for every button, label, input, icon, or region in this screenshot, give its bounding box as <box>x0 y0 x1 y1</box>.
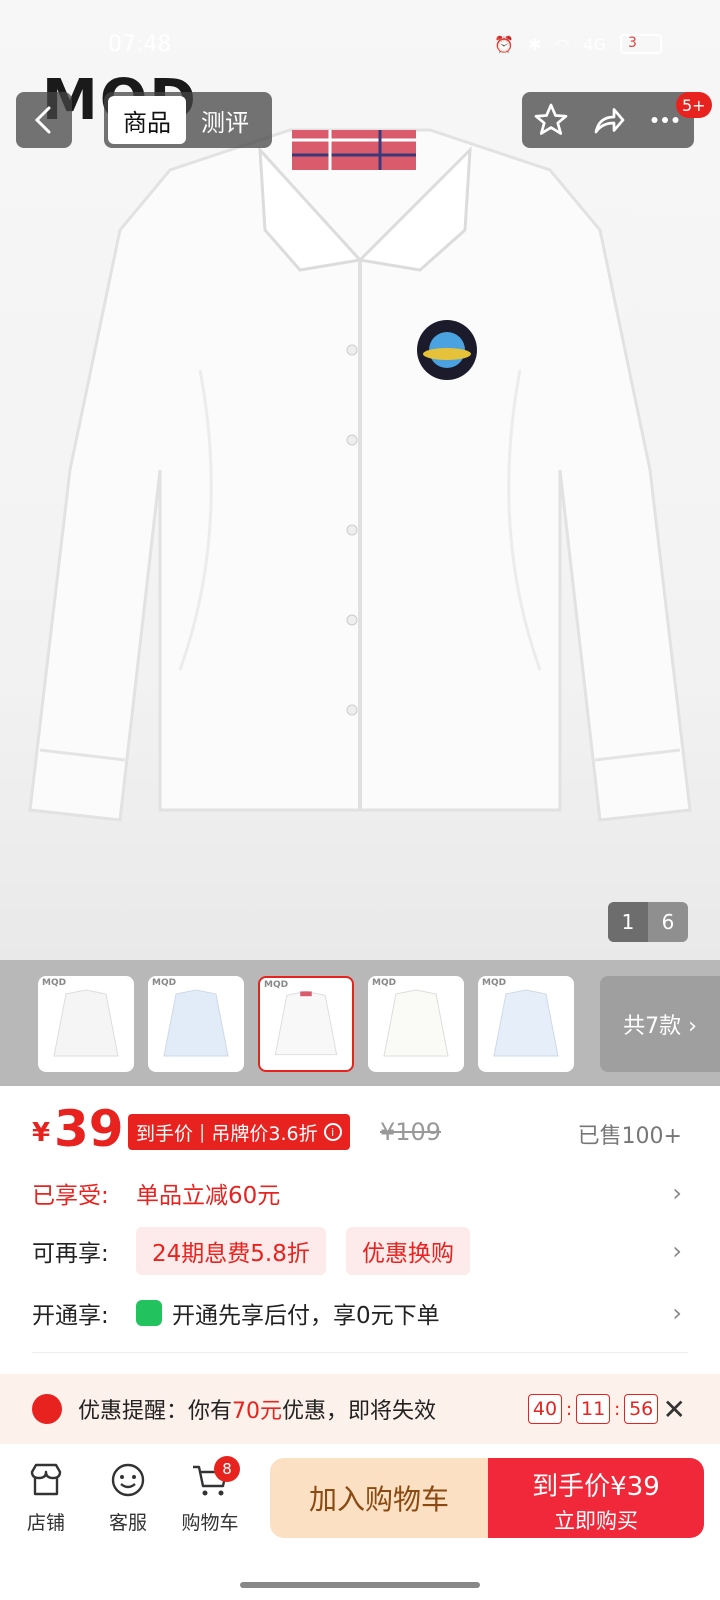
page-total: 6 <box>661 910 675 934</box>
customer-service-button[interactable]: 客服 <box>88 1462 168 1535</box>
price-tag-label: 到手价 <box>136 1122 194 1145</box>
chevron-right-icon: › <box>672 1237 682 1265</box>
final-price: 39 <box>54 1100 124 1158</box>
bottom-action-bar: 店铺 客服 8 购物车 加入购物车 到手价¥39 立即购买 <box>0 1444 720 1600</box>
shirt-thumbnail-image <box>493 989 559 1057</box>
tab-bar: 商品 测评 <box>104 92 272 148</box>
home-indicator[interactable] <box>240 1582 480 1588</box>
buy-now-button[interactable]: 到手价¥39 立即购买 <box>488 1458 704 1538</box>
countdown-timer: 40 : 11 : 56 <box>528 1394 659 1424</box>
currency-symbol: ¥ <box>32 1118 51 1148</box>
buy-now-price: 到手价¥39 <box>532 1472 660 1502</box>
more-offers-row[interactable]: 可再享: 24期息费5.8折 优惠换购 › <box>0 1222 720 1280</box>
enjoyed-label: 已享受: <box>32 1183 109 1209</box>
more-styles-button[interactable]: 共7款 › <box>600 976 720 1072</box>
battery-icon: 3 <box>620 34 662 54</box>
status-time: 07:48 <box>108 32 172 57</box>
countdown-colon: : <box>566 1398 573 1420</box>
reminder-suffix: 优惠，即将失效 <box>282 1399 437 1424</box>
price-tag-discount: 吊牌价3.6折 <box>211 1122 318 1145</box>
style-thumbnails: MQD MQD MQD MQD MQD 共7款 › <box>0 960 720 1086</box>
chevron-left-icon <box>34 106 51 134</box>
shopping-bag-icon <box>136 1300 162 1326</box>
shirt-thumbnail-image <box>383 989 449 1057</box>
chevron-right-icon: › <box>672 1299 682 1327</box>
add-to-cart-button[interactable]: 加入购物车 <box>270 1458 488 1538</box>
back-button[interactable] <box>16 92 72 148</box>
enjoyed-value: 单品立减60元 <box>136 1183 281 1209</box>
countdown-colon: : <box>614 1398 621 1420</box>
reminder-prefix: 优惠提醒：你有 <box>78 1399 233 1424</box>
price-tag[interactable]: 到手价 | 吊牌价3.6折 i <box>128 1114 350 1150</box>
header-actions <box>522 92 694 148</box>
reminder-amount: 70元 <box>232 1399 283 1424</box>
status-bar: 07:48 ⏰ ✱ ◠ 4G 3 <box>0 24 720 64</box>
shirt-thumbnail-image <box>274 990 338 1056</box>
more-offers-label: 可再享: <box>32 1241 109 1267</box>
countdown-minutes: 11 <box>576 1394 611 1424</box>
image-page-indicator: 1 6 <box>608 902 688 942</box>
divider <box>32 1352 688 1353</box>
cart-button[interactable]: 8 购物车 <box>170 1456 250 1535</box>
chevron-right-icon: › <box>672 1179 682 1207</box>
price-tag-separator: | <box>199 1121 206 1143</box>
pay-later-label: 开通享: <box>32 1303 109 1329</box>
store-icon <box>30 1463 62 1496</box>
shirt-thumbnail-image <box>163 989 229 1057</box>
pay-later-value: 开通先享后付，享0元下单 <box>172 1303 440 1329</box>
tab-product[interactable]: 商品 <box>108 96 186 144</box>
smile-icon <box>111 1463 145 1497</box>
tab-review[interactable]: 测评 <box>186 96 264 144</box>
style-thumbnail[interactable]: MQD <box>38 976 134 1072</box>
cart-count-badge: 8 <box>214 1456 240 1482</box>
trade-in-chip[interactable]: 优惠换购 <box>346 1227 470 1275</box>
status-icons: ⏰ ✱ ◠ 4G 3 <box>494 34 662 54</box>
style-thumbnail-selected[interactable]: MQD <box>258 976 354 1072</box>
product-image[interactable] <box>0 110 720 850</box>
message-badge: 5+ <box>676 92 712 118</box>
clock-icon <box>32 1394 62 1424</box>
original-price: ¥109 <box>380 1118 442 1146</box>
thumbnail-logo: MQD <box>264 980 289 990</box>
shirt-thumbnail-image <box>53 989 119 1057</box>
thumbnail-logo: MQD <box>152 978 177 988</box>
countdown-hours: 40 <box>528 1394 562 1424</box>
enjoyed-discount-row[interactable]: 已享受: 单品立减60元 › <box>0 1164 720 1222</box>
network-label: 4G <box>583 34 606 54</box>
close-icon[interactable]: ✕ <box>663 1393 686 1426</box>
wifi-icon: ◠ <box>555 34 570 54</box>
countdown-seconds: 56 <box>624 1394 659 1424</box>
product-image-area[interactable]: 07:48 ⏰ ✱ ◠ 4G 3 MQD 商品 测评 5+ 1 <box>0 0 720 960</box>
page-current: 1 <box>608 902 648 942</box>
customer-service-label: 客服 <box>108 1512 147 1534</box>
thumbnail-logo: MQD <box>42 978 67 988</box>
thumbnail-logo: MQD <box>482 978 507 988</box>
alarm-icon: ⏰ <box>494 34 515 54</box>
pay-later-row[interactable]: 开通享: 开通先享后付，享0元下单 › <box>0 1284 720 1342</box>
price-row: ¥ 39 到手价 | 吊牌价3.6折 i ¥109 已售100+ <box>0 1086 720 1174</box>
sold-count: 已售100+ <box>577 1124 682 1149</box>
star-icon[interactable] <box>533 102 569 138</box>
store-label: 店铺 <box>26 1512 65 1534</box>
buy-now-label: 立即购买 <box>554 1509 638 1533</box>
style-thumbnail[interactable]: MQD <box>368 976 464 1072</box>
style-thumbnail[interactable]: MQD <box>478 976 574 1072</box>
share-icon[interactable] <box>590 102 626 138</box>
installment-chip[interactable]: 24期息费5.8折 <box>136 1227 326 1275</box>
store-button[interactable]: 店铺 <box>6 1462 86 1535</box>
info-icon[interactable]: i <box>323 1123 342 1141</box>
bluetooth-icon: ✱ <box>528 34 542 54</box>
style-thumbnail[interactable]: MQD <box>148 976 244 1072</box>
cart-label: 购物车 <box>181 1512 239 1534</box>
thumbnail-logo: MQD <box>372 978 397 988</box>
reminder-text: 优惠提醒：你有70元优惠，即将失效 <box>78 1393 436 1425</box>
discount-reminder-bar[interactable]: 优惠提醒：你有70元优惠，即将失效 40 : 11 : 56 ✕ <box>0 1374 720 1444</box>
battery-level: 3 <box>628 35 637 51</box>
